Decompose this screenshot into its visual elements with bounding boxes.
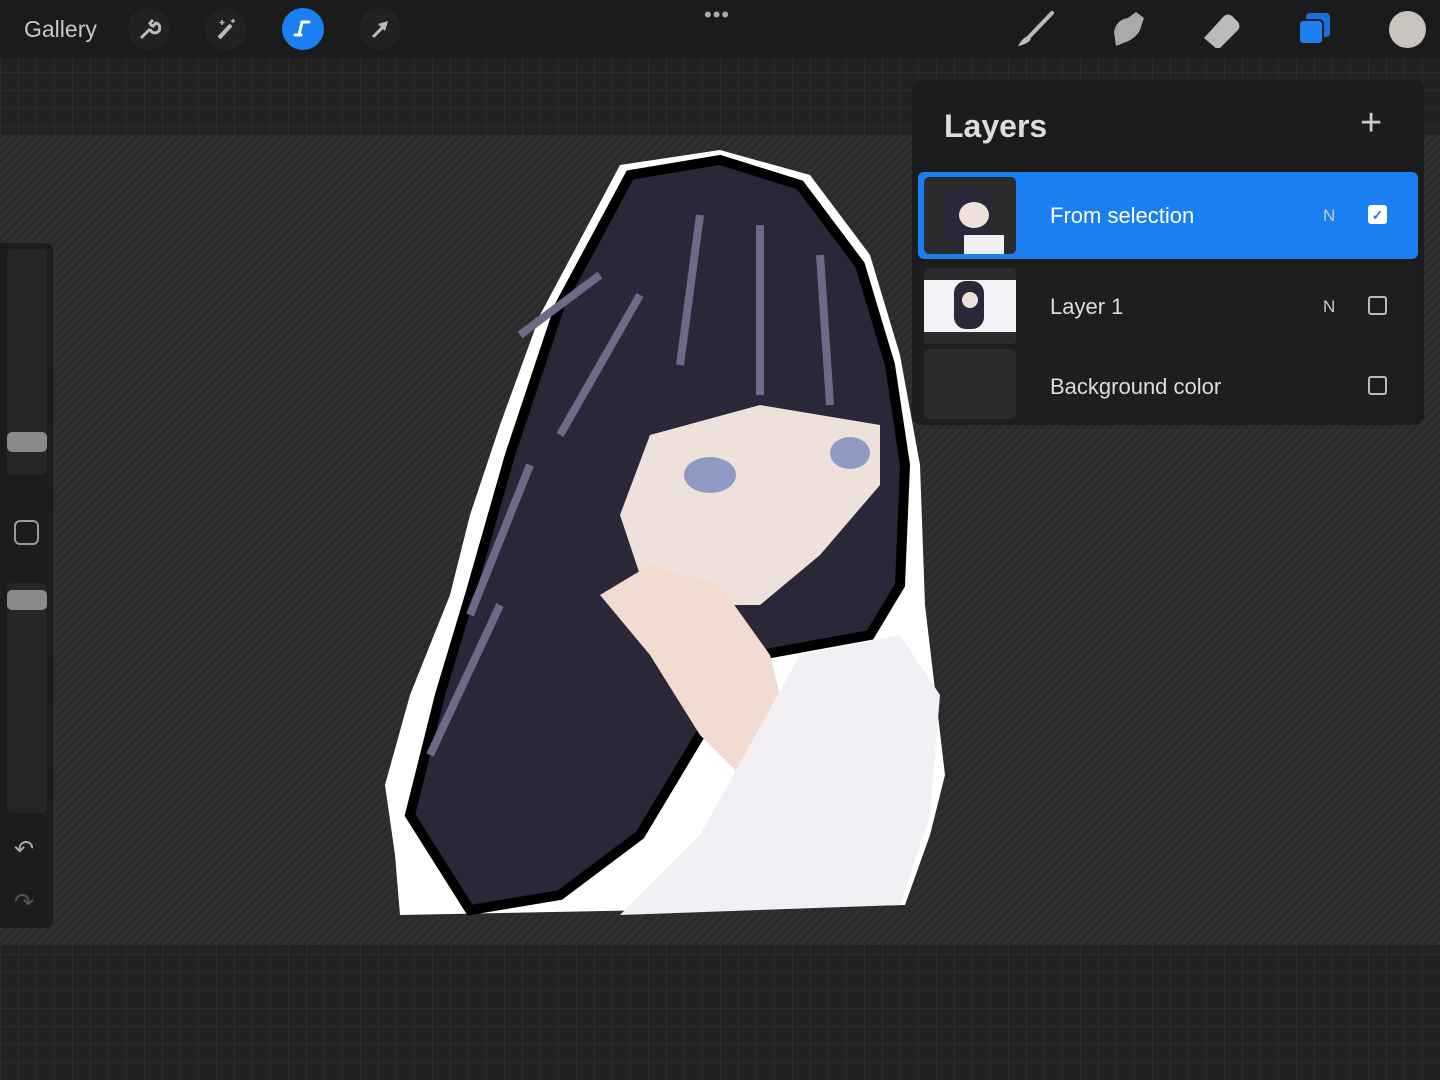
- gallery-button[interactable]: Gallery: [24, 16, 97, 43]
- transform-button[interactable]: [359, 8, 401, 50]
- layers-icon[interactable]: [1296, 10, 1334, 48]
- transform-arrow-icon: [371, 21, 388, 39]
- more-options-button[interactable]: •••: [704, 2, 730, 28]
- layer-name: Background color: [1050, 374, 1222, 399]
- layers-title: Layers: [944, 108, 1048, 144]
- layers-panel: Layers + From selection N ✓ Layer 1 N Ba…: [912, 80, 1424, 425]
- layer-visibility-checkbox[interactable]: [1368, 296, 1387, 315]
- layer-thumbnail: [924, 349, 1016, 419]
- opacity-slider[interactable]: [7, 583, 47, 813]
- add-layer-button[interactable]: +: [1360, 102, 1382, 145]
- redo-button[interactable]: ↷: [14, 888, 34, 917]
- modify-button[interactable]: [14, 520, 39, 545]
- selection-button[interactable]: [282, 8, 324, 50]
- layer-thumbnail: [924, 268, 1016, 345]
- layer-thumbnail: [924, 177, 1016, 254]
- magic-wand-icon: [217, 19, 235, 40]
- smudge-icon[interactable]: [1108, 10, 1148, 48]
- color-picker-button[interactable]: [1389, 11, 1426, 48]
- actions-button[interactable]: [128, 8, 170, 50]
- layer-row[interactable]: Layer 1 N: [918, 263, 1418, 350]
- blend-mode-button[interactable]: N: [1323, 297, 1335, 317]
- layer-visibility-checkbox[interactable]: ✓: [1368, 205, 1387, 224]
- wrench-icon: [139, 18, 161, 40]
- brush-icon[interactable]: [1014, 10, 1056, 48]
- blend-mode-button[interactable]: N: [1323, 206, 1335, 226]
- opacity-knob[interactable]: [7, 590, 47, 610]
- layer-name: From selection: [1050, 203, 1195, 228]
- top-toolbar: Gallery •••: [0, 0, 1440, 58]
- left-sidebar: ↶ ↷: [0, 243, 53, 928]
- layer-row[interactable]: Background color: [918, 344, 1418, 424]
- adjustments-button[interactable]: [205, 8, 247, 50]
- brush-size-knob[interactable]: [7, 432, 47, 452]
- eraser-icon[interactable]: [1200, 10, 1242, 48]
- layer-name: Layer 1: [1050, 294, 1124, 319]
- brush-size-slider[interactable]: [7, 249, 47, 475]
- selection-icon: [293, 20, 311, 37]
- layer-row[interactable]: From selection N ✓: [918, 172, 1418, 259]
- undo-button[interactable]: ↶: [14, 835, 34, 864]
- layer-visibility-checkbox[interactable]: [1368, 376, 1387, 395]
